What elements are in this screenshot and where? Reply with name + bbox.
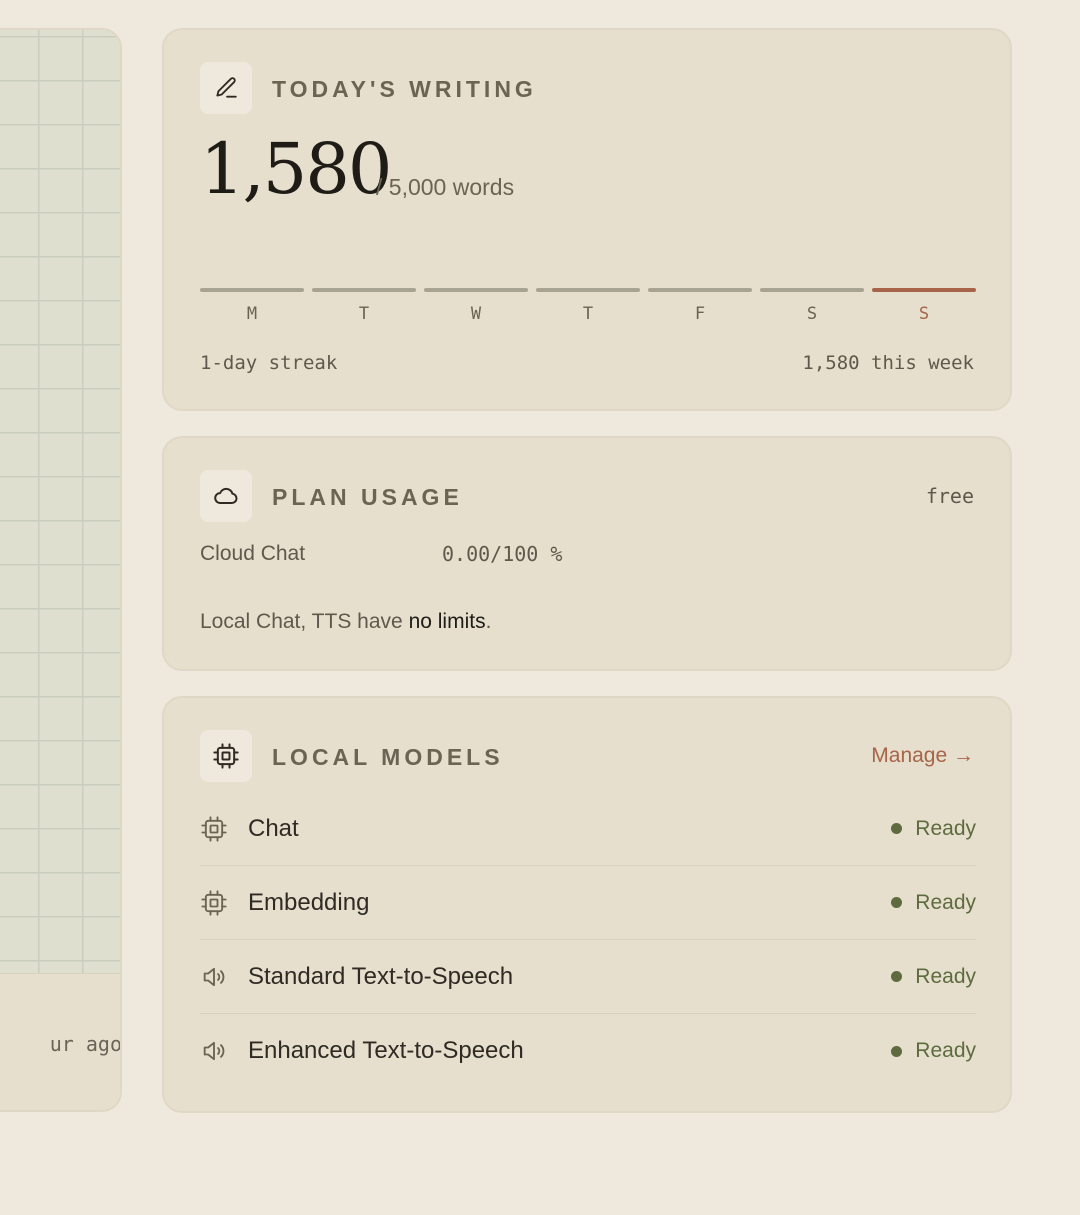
chip-icon — [200, 889, 228, 917]
day-label: W — [470, 304, 482, 324]
day-wednesday: W — [424, 288, 528, 324]
day-thursday: T — [536, 288, 640, 324]
week-total: 1,580 this week — [802, 352, 974, 374]
day-bar — [200, 288, 304, 292]
word-goal: / 5,000 words — [376, 174, 515, 200]
status-dot — [891, 1045, 903, 1057]
cloud-chat-usage: 0.00/100 % — [442, 542, 563, 566]
day-bar — [312, 288, 416, 292]
status-dot — [891, 823, 903, 834]
status-text: Ready — [915, 964, 976, 988]
status-dot — [891, 897, 903, 908]
day-bar — [648, 288, 752, 292]
model-name: Standard Text-to-Speech — [248, 962, 514, 990]
model-row-embedding[interactable]: Embedding Ready — [200, 866, 976, 940]
model-name: Chat — [248, 814, 299, 842]
day-bar — [760, 288, 864, 292]
model-name: Embedding — [248, 888, 370, 916]
pencil-icon — [200, 62, 252, 114]
plan-badge: free — [925, 484, 974, 508]
model-list: Chat Ready Embedding Ready Standard Text… — [200, 792, 976, 1088]
day-label: S — [918, 304, 930, 324]
day-saturday: S — [760, 288, 864, 324]
model-name: Enhanced Text-to-Speech — [248, 1037, 524, 1064]
document-preview-panel[interactable]: ur ago — [0, 28, 122, 1112]
card-title: PLAN USAGE — [272, 484, 463, 510]
todays-writing-card: TODAY'S WRITING 1,580 / 5,000 words M T … — [162, 28, 1012, 411]
note-prefix: Local Chat, TTS have — [200, 610, 409, 633]
speaker-icon — [200, 1037, 228, 1065]
day-tuesday: T — [312, 288, 416, 324]
day-label: T — [358, 304, 370, 324]
status-badge: Ready — [891, 817, 976, 841]
manage-link[interactable]: Manage → — [871, 744, 974, 768]
day-friday: F — [648, 288, 752, 324]
note-strong: no limits — [408, 610, 486, 633]
streak-text: 1-day streak — [200, 352, 338, 374]
model-row-enhanced-tts[interactable]: Enhanced Text-to-Speech Ready — [200, 1014, 976, 1088]
status-badge: Ready — [891, 1039, 976, 1063]
note-suffix: . — [485, 610, 492, 633]
chip-icon — [200, 730, 252, 782]
weekly-progress: M T W T F S S — [200, 288, 976, 324]
day-monday: M — [200, 288, 304, 324]
card-title: TODAY'S WRITING — [272, 76, 537, 102]
day-label: M — [246, 304, 258, 324]
day-label: S — [806, 304, 818, 324]
plan-note: Local Chat, TTS have no limits. — [200, 610, 491, 634]
day-label: F — [694, 304, 706, 324]
last-edited-time: ur ago — [49, 1032, 122, 1056]
status-badge: Ready — [891, 965, 976, 989]
plan-usage-card: PLAN USAGE free Cloud Chat 0.00/100 % Lo… — [162, 436, 1012, 671]
status-badge: Ready — [891, 891, 976, 915]
day-bar-active — [872, 288, 976, 292]
word-count: 1,580 — [200, 128, 392, 210]
speaker-icon — [200, 963, 228, 991]
card-title: LOCAL MODELS — [272, 744, 504, 770]
day-label: T — [582, 304, 594, 324]
cloud-icon — [200, 470, 252, 522]
cloud-chat-label: Cloud Chat — [200, 542, 306, 565]
status-dot — [891, 971, 903, 982]
model-row-chat[interactable]: Chat Ready — [200, 792, 976, 866]
day-sunday: S — [872, 288, 976, 324]
grid-paper-preview — [0, 30, 120, 974]
local-models-card: LOCAL MODELS Manage → Chat Ready Embeddi… — [162, 696, 1012, 1113]
day-bar — [536, 288, 640, 292]
status-text: Ready — [915, 816, 976, 840]
status-text: Ready — [915, 1039, 976, 1062]
status-text: Ready — [915, 890, 976, 914]
chip-icon — [200, 815, 228, 843]
day-bar — [424, 288, 528, 292]
model-row-standard-tts[interactable]: Standard Text-to-Speech Ready — [200, 940, 976, 1014]
